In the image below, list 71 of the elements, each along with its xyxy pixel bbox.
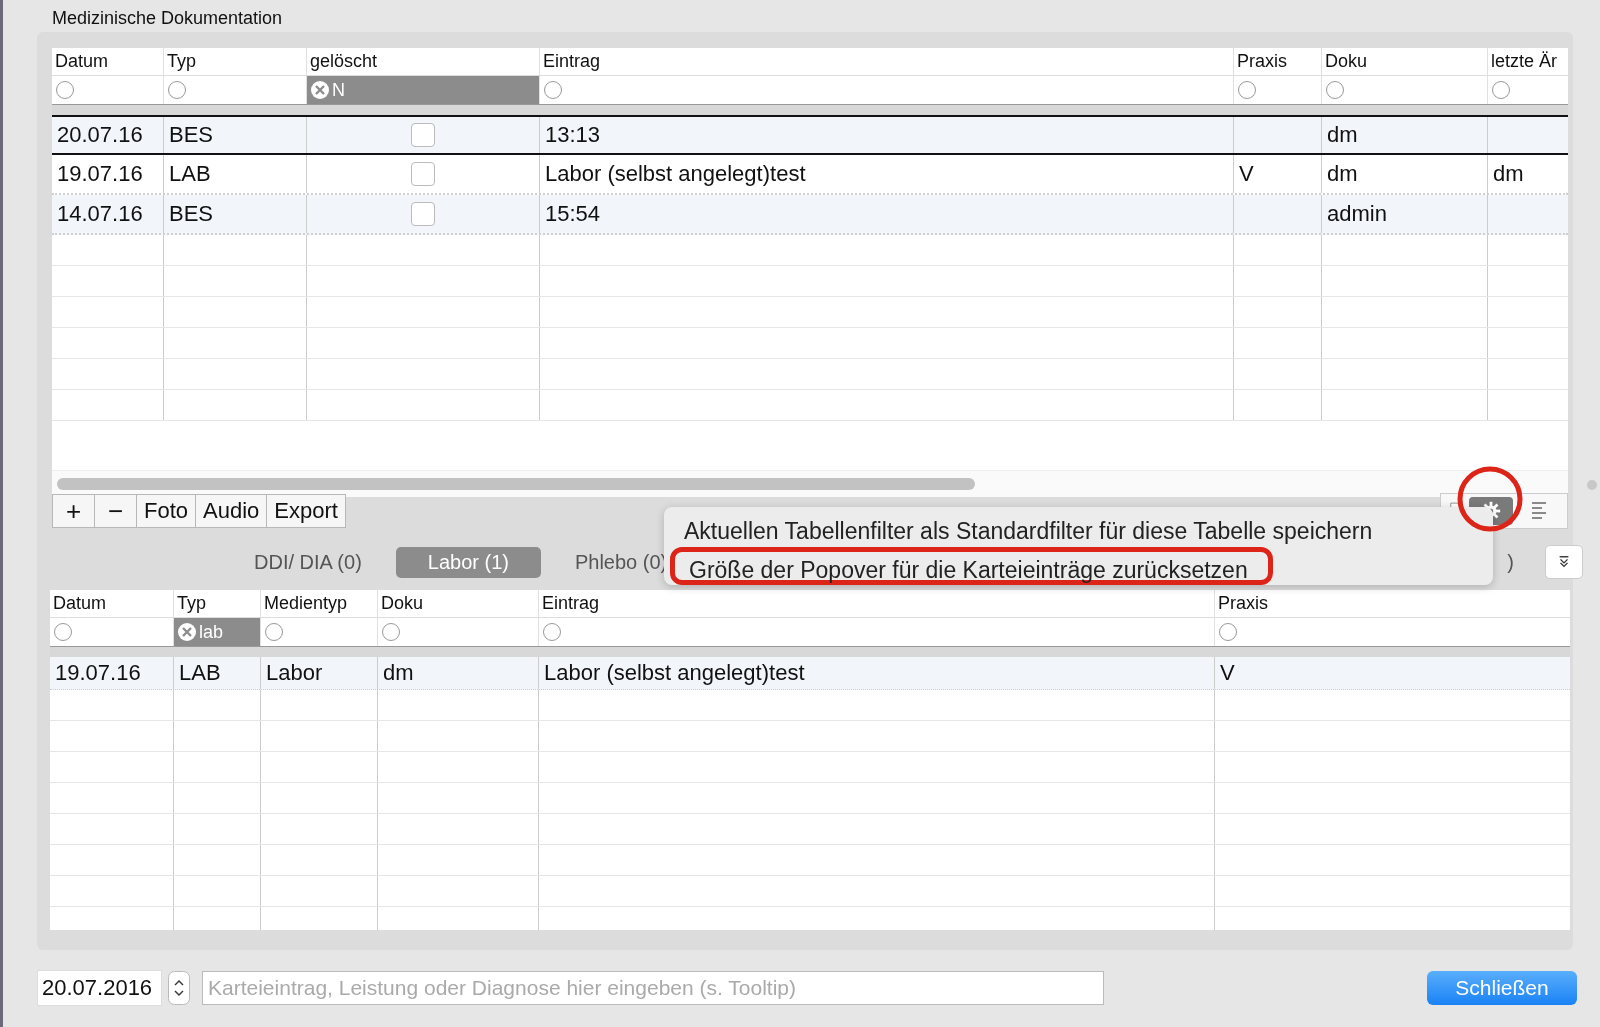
table-row[interactable]: 14.07.16 BES 15:54 admin bbox=[52, 195, 1568, 235]
column-header[interactable]: Typ bbox=[167, 51, 196, 72]
column-header[interactable]: Medientyp bbox=[264, 593, 348, 614]
column-header[interactable]: Typ bbox=[177, 593, 206, 614]
date-field[interactable]: 20.07.2016 bbox=[37, 970, 162, 1006]
toolbar-button[interactable]: − bbox=[94, 494, 137, 528]
clear-icon[interactable] bbox=[310, 80, 330, 100]
table-cell: dm bbox=[1327, 122, 1358, 148]
toolbar-button[interactable]: Export bbox=[266, 494, 346, 528]
table-row[interactable]: 20.07.16 BES 13:13 dm bbox=[52, 115, 1568, 155]
resize-knob[interactable] bbox=[1587, 480, 1597, 490]
filter-radio[interactable] bbox=[381, 622, 401, 642]
filter-radio[interactable] bbox=[1491, 80, 1511, 100]
table-cell: BES bbox=[169, 122, 214, 148]
menu-item[interactable]: Aktuellen Tabellenfilter als Standardfilter für diese Tabelle speichern bbox=[684, 515, 1493, 547]
table-cell: V bbox=[1239, 161, 1254, 187]
highlight-ring bbox=[1455, 464, 1525, 534]
double-chevron-icon bbox=[1557, 555, 1571, 569]
filter-radio[interactable] bbox=[167, 80, 187, 100]
table-cell: 15:54 bbox=[545, 201, 601, 227]
filter-radio[interactable] bbox=[542, 622, 562, 642]
column-header[interactable]: Datum bbox=[53, 593, 106, 614]
table-cell: dm bbox=[383, 660, 414, 686]
filter-radio[interactable] bbox=[264, 622, 284, 642]
filter-radio[interactable] bbox=[1325, 80, 1345, 100]
tab[interactable]: ) bbox=[1501, 546, 1520, 578]
checkbox[interactable] bbox=[411, 162, 435, 186]
filter-radio[interactable] bbox=[1237, 80, 1257, 100]
table-cell: 13:13 bbox=[545, 122, 601, 148]
column-header[interactable]: gelöscht bbox=[310, 51, 378, 72]
filter-radio[interactable] bbox=[53, 622, 73, 642]
table-cell: Labor (selbst angelegt)test bbox=[545, 161, 806, 187]
tab[interactable]: DDI/ DIA (0) bbox=[232, 546, 384, 578]
table-cell: Labor (selbst angelegt)test bbox=[544, 660, 805, 686]
expand-button[interactable] bbox=[1545, 545, 1583, 579]
filter-value: lab bbox=[199, 621, 224, 643]
table-cell: Labor bbox=[266, 660, 323, 686]
table-cell: 19.07.16 bbox=[57, 161, 143, 187]
table-cell: 19.07.16 bbox=[55, 660, 141, 686]
column-header[interactable]: Doku bbox=[381, 593, 424, 614]
table-cell: LAB bbox=[169, 161, 211, 187]
column-header[interactable]: Eintrag bbox=[542, 593, 600, 614]
filter-radio[interactable] bbox=[55, 80, 75, 100]
stepper[interactable] bbox=[168, 971, 190, 1005]
column-header[interactable]: letzte Är bbox=[1491, 51, 1558, 72]
toolbar-button[interactable]: Foto bbox=[136, 494, 197, 528]
filter-radio[interactable] bbox=[543, 80, 563, 100]
table-cell: V bbox=[1220, 660, 1235, 686]
table-cell: admin bbox=[1327, 201, 1387, 227]
table-cell: dm bbox=[1327, 161, 1358, 187]
column-header[interactable]: Praxis bbox=[1218, 593, 1268, 614]
table-cell: 20.07.16 bbox=[57, 122, 143, 148]
entry-field[interactable]: Karteieintrag, Leistung oder Diagnose hier eingeben (s. Tooltip) bbox=[202, 971, 1104, 1005]
checkbox[interactable] bbox=[411, 202, 435, 226]
table-cell: BES bbox=[169, 201, 214, 227]
checkbox[interactable] bbox=[411, 123, 435, 147]
clear-icon[interactable] bbox=[177, 622, 197, 642]
table-cell: 14.07.16 bbox=[57, 201, 143, 227]
toolbar-button[interactable]: + bbox=[52, 494, 95, 528]
table-row[interactable]: 19.07.16 LAB Labor (selbst angelegt)test V dm dm bbox=[52, 155, 1568, 195]
toolbar-button[interactable]: Audio bbox=[195, 494, 268, 528]
column-header[interactable]: Eintrag bbox=[543, 51, 601, 72]
column-header[interactable]: Praxis bbox=[1237, 51, 1287, 72]
table-cell: LAB bbox=[179, 660, 221, 686]
section-title: Medizinische Dokumentation bbox=[52, 8, 283, 29]
filter-radio[interactable] bbox=[1218, 622, 1238, 642]
table-cell: dm bbox=[1493, 161, 1524, 187]
menu-item[interactable]: Größe der Popover für die Karteieinträge zurücksetzen bbox=[670, 547, 1273, 585]
column-header[interactable]: Datum bbox=[55, 51, 108, 72]
column-header[interactable]: Doku bbox=[1325, 51, 1368, 72]
filter-value: N bbox=[332, 79, 345, 101]
